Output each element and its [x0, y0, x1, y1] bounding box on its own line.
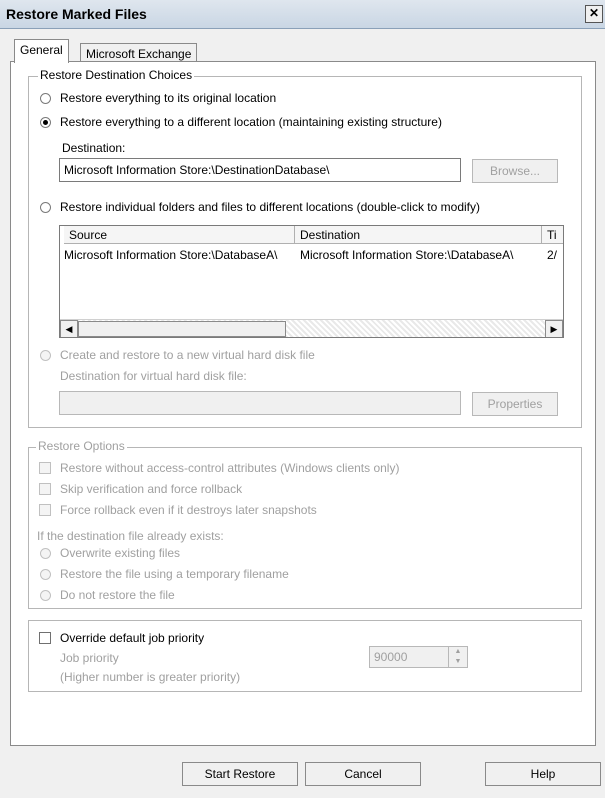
- checkbox-override-priority-label: Override default job priority: [60, 631, 205, 645]
- scrollbar-thumb[interactable]: [78, 321, 286, 337]
- checkbox-skip-verification-label: Skip verification and force rollback: [60, 482, 243, 496]
- radio-individual-locations-label: Restore individual folders and files to …: [60, 200, 480, 214]
- spin-up-icon[interactable]: ▲: [449, 647, 467, 657]
- checkbox-override-priority[interactable]: [39, 632, 51, 644]
- vhd-destination-label: Destination for virtual hard disk file:: [60, 369, 247, 383]
- exists-label: If the destination file already exists:: [37, 529, 224, 543]
- column-header-source[interactable]: Source: [64, 226, 295, 244]
- radio-vhd-label: Create and restore to a new virtual hard…: [60, 348, 315, 362]
- scroll-right-icon[interactable]: ▶: [545, 320, 563, 337]
- browse-button[interactable]: Browse...: [472, 159, 558, 183]
- radio-individual-locations[interactable]: [40, 202, 51, 213]
- column-header-destination[interactable]: Destination: [295, 226, 542, 244]
- checkbox-skip-verification[interactable]: [39, 483, 51, 495]
- radio-temporary-filename[interactable]: [40, 569, 51, 580]
- radio-vhd[interactable]: [40, 350, 51, 361]
- job-priority-label: Job priority: [60, 651, 119, 665]
- window-title: Restore Marked Files: [6, 6, 147, 22]
- restore-dialog: Restore Marked Files ✕ General Microsoft…: [0, 0, 605, 798]
- radio-overwrite[interactable]: [40, 548, 51, 559]
- checkbox-force-rollback-label: Force rollback even if it destroys later…: [60, 503, 317, 517]
- cell-destination: Microsoft Information Store:\DatabaseA\: [300, 248, 514, 262]
- close-icon[interactable]: ✕: [585, 5, 603, 23]
- radio-do-not-restore-label: Do not restore the file: [60, 588, 175, 602]
- radio-original-location-label: Restore everything to its original locat…: [60, 91, 277, 105]
- vhd-destination-field[interactable]: [59, 391, 461, 415]
- radio-overwrite-label: Overwrite existing files: [60, 546, 181, 560]
- cell-time: 2/: [547, 248, 558, 262]
- restore-options-legend: Restore Options: [36, 439, 127, 453]
- spin-down-icon[interactable]: ▼: [449, 657, 467, 667]
- checkbox-no-acl[interactable]: [39, 462, 51, 474]
- tab-general[interactable]: General: [14, 39, 69, 63]
- scroll-left-icon[interactable]: ◀: [60, 320, 78, 337]
- radio-original-location[interactable]: [40, 93, 51, 104]
- priority-hint: (Higher number is greater priority): [60, 670, 241, 684]
- checkbox-force-rollback[interactable]: [39, 504, 51, 516]
- help-button[interactable]: Help: [485, 762, 601, 786]
- destination-field[interactable]: Microsoft Information Store:\Destination…: [59, 158, 461, 182]
- cancel-button[interactable]: Cancel: [305, 762, 421, 786]
- radio-different-location-label: Restore everything to a different locati…: [60, 115, 442, 129]
- start-restore-button[interactable]: Start Restore: [182, 762, 298, 786]
- radio-do-not-restore[interactable]: [40, 590, 51, 601]
- checkbox-no-acl-label: Restore without access-control attribute…: [60, 461, 400, 475]
- properties-button[interactable]: Properties: [472, 392, 558, 416]
- radio-different-location[interactable]: [40, 117, 51, 128]
- cell-source: Microsoft Information Store:\DatabaseA\: [64, 248, 278, 262]
- job-priority-field[interactable]: 90000: [369, 646, 449, 668]
- title-bar: Restore Marked Files ✕: [0, 0, 605, 29]
- job-priority-spinner[interactable]: ▲ ▼: [448, 646, 468, 668]
- restore-items-list[interactable]: Source Destination Ti Microsoft Informat…: [59, 225, 564, 338]
- radio-temporary-filename-label: Restore the file using a temporary filen…: [60, 567, 289, 581]
- horizontal-scrollbar[interactable]: ◀ ▶: [60, 319, 563, 337]
- destination-label: Destination:: [62, 141, 126, 155]
- column-header-time[interactable]: Ti: [542, 226, 563, 244]
- destination-group-legend: Restore Destination Choices: [38, 68, 195, 82]
